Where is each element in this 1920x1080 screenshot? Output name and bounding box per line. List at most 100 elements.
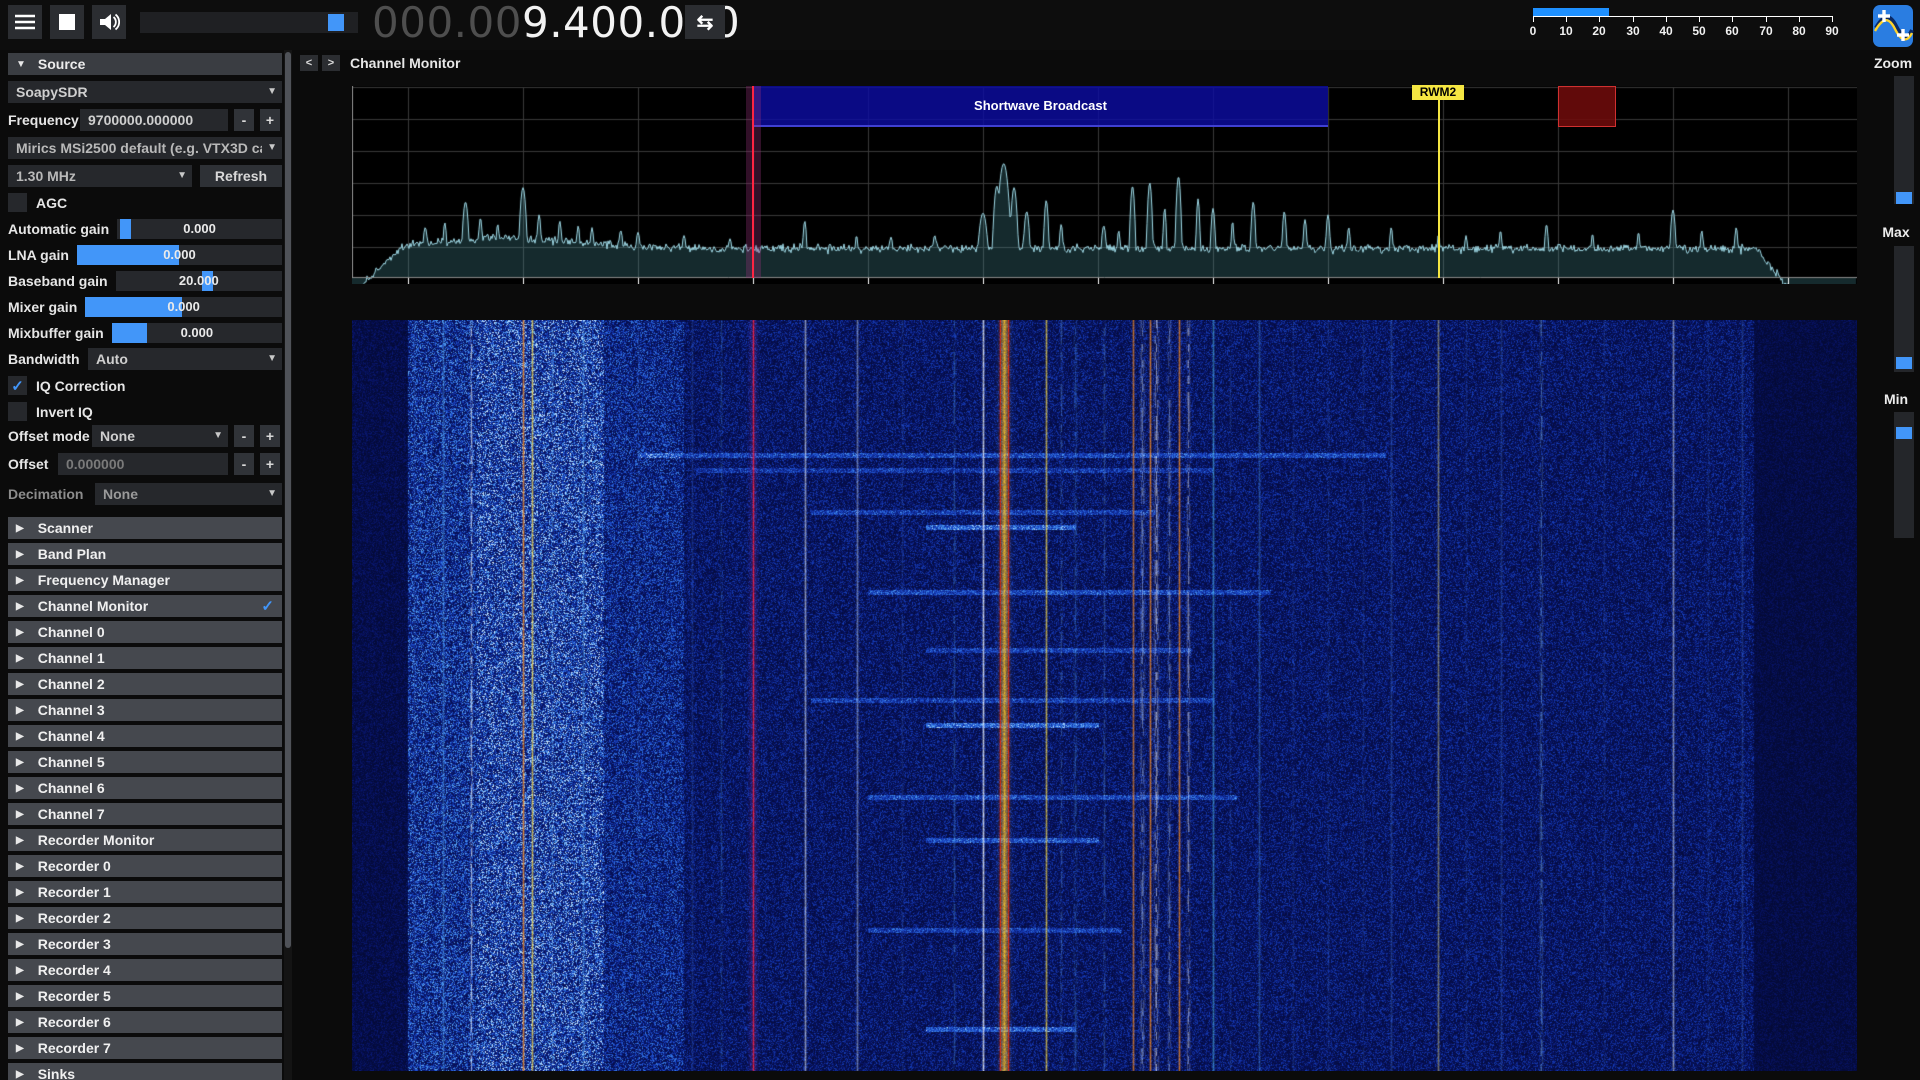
menu-section[interactable]: ▶ Scanner [8,517,282,539]
decimation-combo[interactable]: None▼ [95,483,282,505]
offset-label: Offset [8,456,48,472]
sdrpp-logo-icon[interactable] [1872,4,1914,48]
offset-mode-decrement-button[interactable]: - [234,425,254,447]
rwm2-marker-label[interactable]: RWM2 [1412,85,1464,100]
min-slider[interactable] [1894,412,1914,538]
menu-section-label: Channel 4 [38,728,105,744]
menu-section-label: Channel 0 [38,624,105,640]
menu-section-label: Frequency Manager [38,572,170,588]
collapsed-triangle-icon: ▶ [16,861,24,872]
tab-title: Channel Monitor [350,55,460,71]
collapsed-triangle-icon: ▶ [16,757,24,768]
stop-icon [59,14,75,30]
volume-button[interactable] [92,5,126,39]
hamburger-icon [14,13,36,31]
menu-section[interactable]: ▶ Recorder 1 [8,881,282,903]
menu-button[interactable] [8,5,42,39]
snr-tick [1533,16,1534,22]
menu-section[interactable]: ▶ Channel 5 [8,751,282,773]
snr-tick-label: 50 [1687,24,1711,38]
source-header[interactable]: ▼ Source [8,53,282,75]
chevron-down-icon: ▼ [267,488,277,499]
tab-next-button[interactable]: > [322,55,340,71]
menu-section[interactable]: ▶ Recorder 5 [8,985,282,1007]
menu-section[interactable]: ▶ Channel 3 [8,699,282,721]
menu-section[interactable]: ▶ Recorder Monitor [8,829,282,851]
offset-input[interactable]: 0.000000 [58,453,228,475]
bandwidth-combo[interactable]: Auto▼ [88,348,282,370]
menu-section-label: Recorder 6 [38,1014,111,1030]
menu-section[interactable]: ▶ Channel 4 [8,725,282,747]
waterfall-canvas[interactable] [352,320,1857,1071]
invert-iq-checkbox[interactable] [8,402,27,421]
offset-mode-label: Offset mode [8,428,90,444]
collapsed-triangle-icon: ▶ [16,1069,24,1080]
menu-section[interactable]: ▶ Channel 6 [8,777,282,799]
menu-section[interactable]: ▶ Channel 1 [8,647,282,669]
decimation-label: Decimation [8,486,83,502]
menu-section[interactable]: ▶ Recorder 2 [8,907,282,929]
max-slider-handle[interactable] [1896,357,1912,369]
frequency-dim-digits: 000.00 [372,0,522,47]
menu-section[interactable]: ▶ Sinks [8,1063,282,1080]
speaker-icon [98,12,120,32]
menu-section-label: Recorder 4 [38,962,111,978]
collapsed-triangle-icon: ▶ [16,1043,24,1054]
menu-section[interactable]: ▶ Channel 2 [8,673,282,695]
snr-meter-fill [1533,8,1609,16]
menu-section[interactable]: ▶ Recorder 3 [8,933,282,955]
menu-section-label: Channel 5 [38,754,105,770]
min-slider-handle[interactable] [1896,427,1912,439]
collapsed-triangle-icon: ▶ [16,809,24,820]
offset-mode-increment-button[interactable]: + [260,425,280,447]
menu-section[interactable]: ▶ Recorder 4 [8,959,282,981]
snr-tick-label: 20 [1587,24,1611,38]
zoom-slider[interactable] [1894,76,1914,204]
volume-slider-handle[interactable] [328,14,344,31]
stop-button[interactable] [50,5,84,39]
snr-tick-label: 80 [1787,24,1811,38]
collapsed-triangle-icon: ▶ [16,523,24,534]
tuning-mode-button[interactable]: ⇆ [685,5,725,39]
iq-correction-checkbox[interactable]: ✓ [8,376,27,395]
invert-iq-label: Invert IQ [36,404,93,420]
menu-section-label: Channel 3 [38,702,105,718]
chevron-down-icon: ▼ [267,353,277,364]
checkmark-icon: ✓ [11,377,24,395]
menu-section[interactable]: ▶ Frequency Manager [8,569,282,591]
menu-section[interactable]: ▶ Recorder 7 [8,1037,282,1059]
menu-section-label: Recorder 0 [38,858,111,874]
offset-mode-combo[interactable]: None▼ [92,425,228,447]
menu-section-label: Channel 6 [38,780,105,796]
menu-section-label: Band Plan [38,546,106,562]
snr-tick [1633,16,1634,22]
menu-section[interactable]: ▶ Channel 0 [8,621,282,643]
menu-section[interactable]: ▶ Channel Monitor ✓ [8,595,282,617]
snr-tick [1766,16,1767,22]
menu-section[interactable]: ▶ Recorder 0 [8,855,282,877]
collapsed-triangle-icon: ▶ [16,939,24,950]
snr-tick-label: 10 [1554,24,1578,38]
offset-decrement-button[interactable]: - [234,453,254,475]
collapsed-triangle-icon: ▶ [16,913,24,924]
gain-slider[interactable]: 0.000 [112,323,282,343]
max-slider[interactable] [1894,246,1914,372]
zoom-slider-handle[interactable] [1896,192,1912,204]
offset-increment-button[interactable]: + [260,453,280,475]
band-shortwave-broadcast: Shortwave Broadcast [753,86,1328,127]
menu-section[interactable]: ▶ Channel 7 [8,803,282,825]
menu-section-label: Recorder 7 [38,1040,111,1056]
menu-section-label: Recorder 5 [38,988,111,1004]
menu-section-label: Recorder 2 [38,910,111,926]
menu-section[interactable]: ▶ Band Plan [8,543,282,565]
gain-row: Mixbuffer gain 0.000 [8,322,282,344]
menu-section-label: Scanner [38,520,93,536]
menu-section-label: Channel 7 [38,806,105,822]
snr-meter-baseline [1533,16,1833,17]
menu-section[interactable]: ▶ Recorder 6 [8,1011,282,1033]
collapsed-triangle-icon: ▶ [16,991,24,1002]
menu-section-label: Sinks [38,1066,75,1080]
tab-prev-button[interactable]: < [300,55,318,71]
collapsed-triangle-icon: ▶ [16,835,24,846]
volume-slider[interactable] [140,12,358,33]
